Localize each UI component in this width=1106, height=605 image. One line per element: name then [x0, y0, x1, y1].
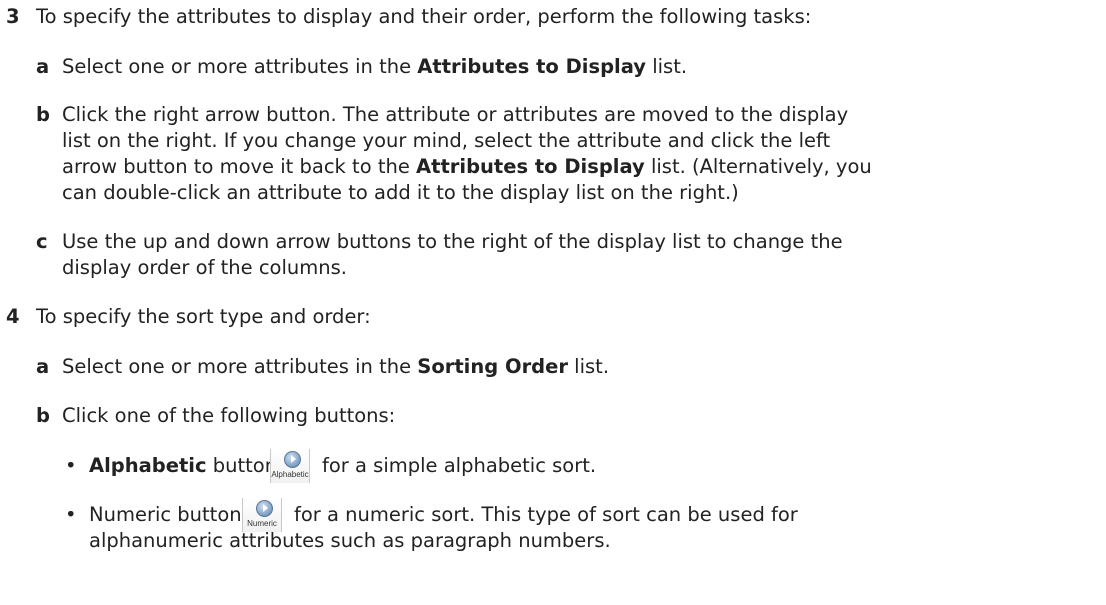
ui-term: Attributes to Display	[417, 55, 647, 78]
substep-text: list on the right. If you change your mi…	[62, 129, 831, 152]
substep-letter: a	[36, 55, 50, 78]
substep-text: Select one or more attributes in the Att…	[62, 55, 688, 78]
step-number: 4	[6, 305, 20, 328]
substep-text: Click the right arrow button. The attrib…	[62, 103, 849, 126]
arrow-circle-icon	[256, 500, 273, 517]
bullet-text: for a numeric sort. This type of sort ca…	[294, 503, 798, 526]
bullet-text: alphanumeric attributes such as paragrap…	[89, 529, 611, 552]
ui-term: Attributes to Display	[416, 155, 645, 178]
arrow-circle-icon	[284, 451, 301, 468]
bullet-text: for a simple alphabetic sort.	[322, 454, 597, 477]
substep-text: Click one of the following buttons:	[62, 404, 396, 427]
icon-caption: Alphabetic	[271, 470, 309, 479]
substep-text: arrow button to move it back to the Attr…	[62, 155, 872, 178]
substep-text: can double-click an attribute to add it …	[62, 181, 739, 204]
substep-letter: a	[36, 355, 50, 378]
ui-term: Alphabetic	[89, 454, 207, 477]
numeric-sort-icon: Numeric	[242, 498, 282, 532]
substep-text: display order of the columns.	[62, 256, 347, 279]
bullet-dot: •	[65, 503, 77, 526]
document-page: 3 To specify the attributes to display a…	[0, 0, 1106, 605]
substep-text: Use the up and down arrow buttons to the…	[62, 230, 843, 253]
substep-text: Select one or more attributes in the Sor…	[62, 355, 610, 378]
bullet-text: Alphabetic button	[89, 454, 278, 477]
bullet-text: Numeric button	[89, 503, 242, 526]
bullet-dot: •	[65, 454, 77, 477]
substep-letter: c	[36, 230, 48, 253]
step-number: 3	[6, 5, 20, 28]
step-intro: To specify the attributes to display and…	[36, 5, 812, 28]
substep-letter: b	[36, 404, 50, 427]
ui-term: Sorting Order	[417, 355, 568, 378]
alphabetic-sort-icon: Alphabetic	[270, 449, 310, 483]
icon-caption: Numeric	[247, 519, 277, 528]
step-intro: To specify the sort type and order:	[36, 305, 371, 328]
substep-letter: b	[36, 103, 50, 126]
